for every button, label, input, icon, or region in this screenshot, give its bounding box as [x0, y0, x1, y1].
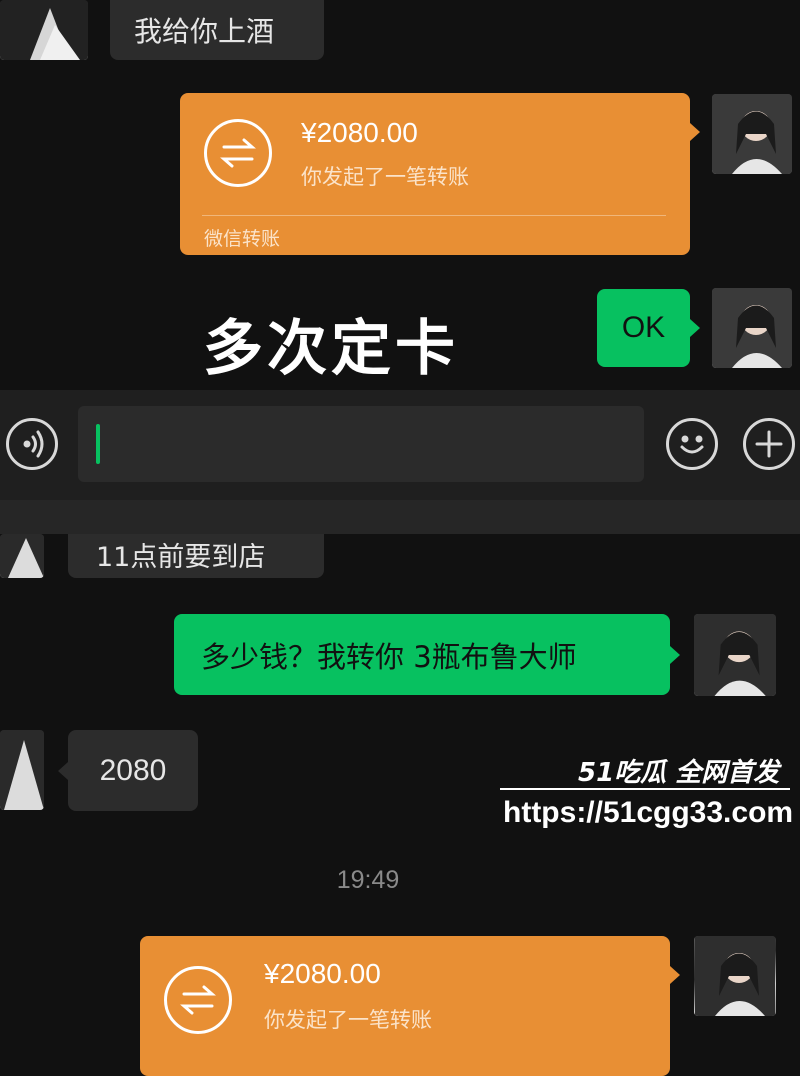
message-text: 我给你上酒: [134, 15, 275, 48]
transfer-description: 你发起了一笔转账: [264, 1008, 432, 1032]
message-text: 11点前要到店: [96, 542, 266, 573]
avatar-other[interactable]: [0, 730, 44, 810]
timestamp: 19:49: [336, 866, 400, 894]
avatar-self[interactable]: [694, 936, 776, 1016]
watermark-line: [500, 788, 790, 790]
message-bubble-partial[interactable]: 11点前要到店: [68, 534, 324, 578]
plus-icon[interactable]: [743, 418, 795, 470]
message-bubble-greeting[interactable]: 我给你上酒: [110, 0, 324, 60]
text-cursor: [96, 424, 100, 464]
transfer-amount: ¥2080.00: [264, 958, 381, 989]
emoji-icon[interactable]: [666, 418, 718, 470]
transfer-arrows-icon: [204, 119, 272, 187]
watermark-url: https://51cgg33.com: [503, 796, 794, 829]
avatar-self[interactable]: [712, 94, 792, 174]
voice-icon[interactable]: [6, 418, 58, 470]
transfer-card[interactable]: ¥2080.00 你发起了一笔转账: [140, 936, 680, 1076]
message-bubble-price[interactable]: 2080: [58, 730, 198, 811]
transfer-amount: ¥2080.00: [301, 117, 418, 148]
message-text: 多少钱？我转你 3瓶布鲁大师: [201, 639, 577, 674]
input-bar: [0, 390, 800, 500]
transfer-card[interactable]: ¥2080.00 你发起了一笔转账 微信转账: [180, 93, 700, 255]
transfer-arrows-icon: [164, 966, 232, 1034]
message-bubble-question[interactable]: 多少钱？我转你 3瓶布鲁大师: [174, 614, 680, 695]
divider: [202, 215, 666, 216]
watermark-brand: 51吃瓜 全网首发: [578, 758, 780, 788]
avatar-self[interactable]: [712, 288, 792, 368]
avatar-other[interactable]: [0, 0, 88, 60]
caption-overlay: 多次定卡: [203, 314, 459, 384]
avatar-self[interactable]: [694, 614, 776, 696]
keyboard-suggestion-strip: [0, 500, 800, 534]
message-bubble-ok[interactable]: OK: [597, 289, 700, 367]
transfer-description: 你发起了一笔转账: [301, 165, 469, 189]
message-input[interactable]: [78, 406, 644, 482]
avatar-other[interactable]: [0, 534, 44, 578]
message-text: OK: [621, 311, 666, 344]
message-text: 2080: [99, 753, 167, 787]
transfer-footer: 微信转账: [204, 228, 281, 250]
